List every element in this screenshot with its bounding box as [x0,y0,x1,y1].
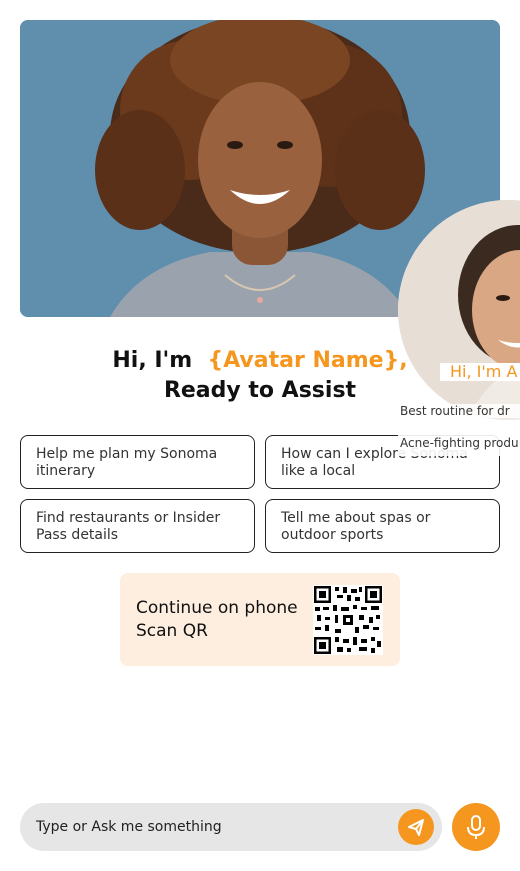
overlay-suggestion-2[interactable]: Acne-fighting produ [398,430,520,456]
suggestion-label: Tell me about spas or outdoor sports [281,510,431,543]
paper-plane-icon [408,819,424,836]
overlay-avatar-image [398,200,520,420]
suggestion-label: Find restaurants or Insider Pass details [36,510,221,543]
assistant-page: Hi, I'm {Avatar Name}, Ready to Assist H… [0,0,520,871]
continue-on-phone-panel: Continue on phone Scan QR [120,573,400,666]
microphone-icon [467,815,485,839]
avatar-overlay-widget[interactable]: Hi, I'm A Best routine for dr Acne-fight… [398,200,520,456]
greeting-prefix: Hi, I'm [112,348,193,373]
avatar-name: {Avatar Name}, [207,348,408,373]
suggestion-card-itinerary[interactable]: Help me plan my Sonoma itinerary [20,435,255,489]
suggestion-card-restaurants[interactable]: Find restaurants or Insider Pass details [20,499,255,553]
chat-bar [20,803,442,851]
send-button[interactable] [398,809,434,845]
suggestion-label: Help me plan my Sonoma itinerary [36,446,218,479]
qr-code [313,585,383,655]
qr-line-2: Scan QR [136,621,208,641]
overlay-suggestion-1[interactable]: Best routine for dr [400,404,520,418]
qr-line-1: Continue on phone [136,598,298,618]
suggestion-card-spas[interactable]: Tell me about spas or outdoor sports [265,499,500,553]
qr-instructions: Continue on phone Scan QR [136,597,298,643]
overlay-greeting: Hi, I'm A [440,363,520,381]
chat-input[interactable] [20,803,390,851]
microphone-button[interactable] [452,803,500,851]
